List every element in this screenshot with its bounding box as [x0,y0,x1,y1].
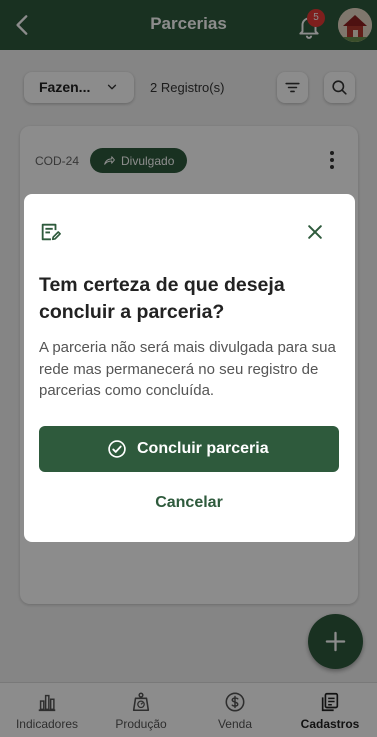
edit-note-icon [41,223,61,241]
dialog-message: A parceria não será mais divulgada para … [39,339,336,399]
cancel-button[interactable]: Cancelar [39,486,339,520]
dialog-title: Tem certeza de que deseja concluir a par… [39,274,285,323]
close-icon[interactable] [305,222,325,242]
check-circle-icon [108,440,126,458]
conclude-partnership-button[interactable]: Concluir parceria [39,426,339,472]
conclude-partnership-label: Concluir parceria [137,440,269,457]
confirm-dialog: Tem certeza de que deseja concluir a par… [24,194,355,542]
